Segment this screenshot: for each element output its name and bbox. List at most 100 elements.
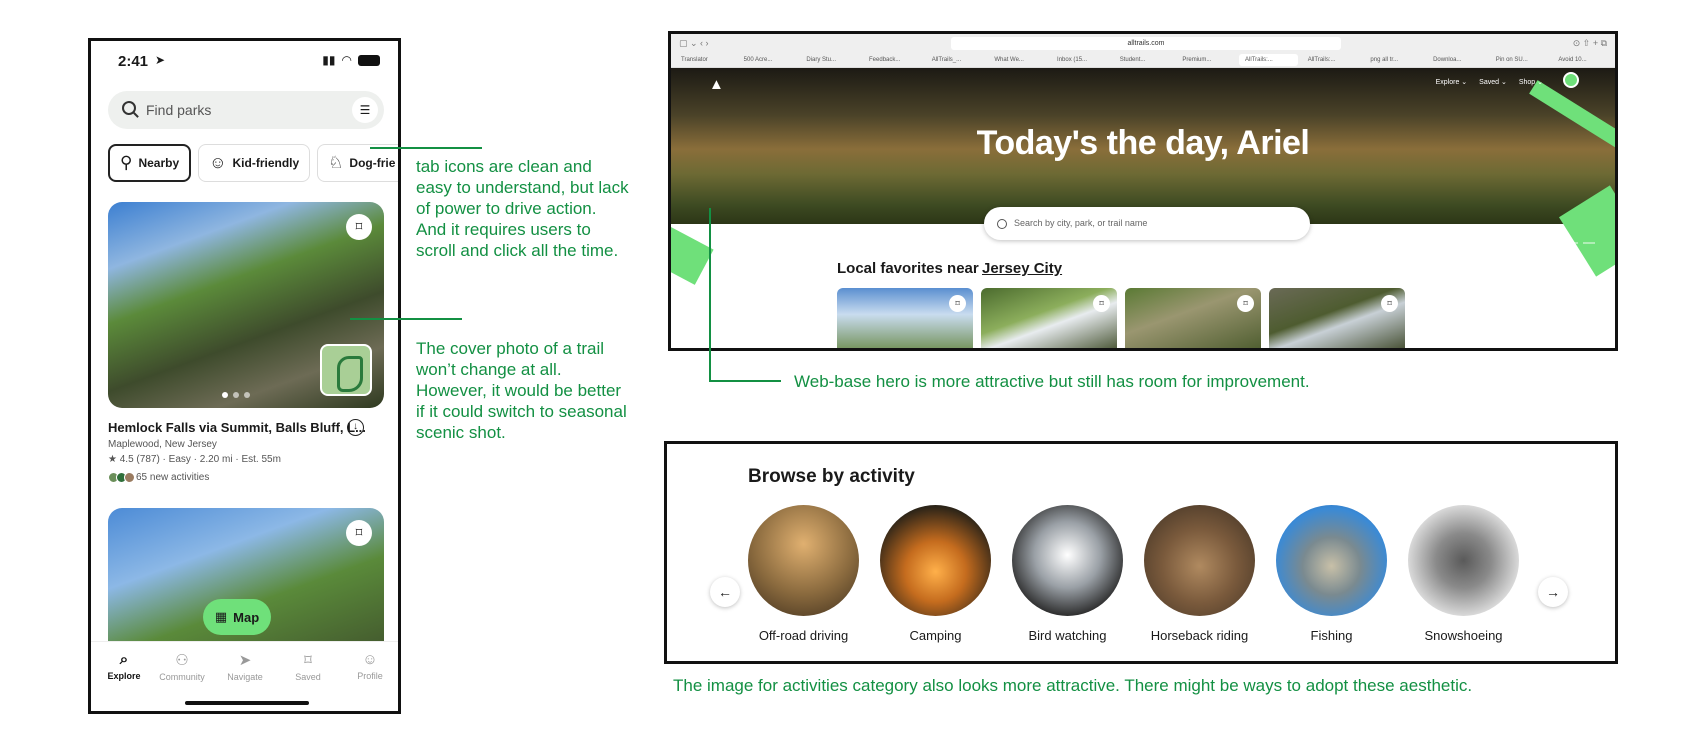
browser-tab[interactable]: Pin on SU...	[1490, 54, 1549, 66]
download-icon[interactable]: ↓	[347, 419, 364, 436]
dog-icon: ♘	[328, 153, 344, 172]
activity-label: Horseback riding	[1150, 628, 1249, 643]
nav-shop[interactable]: Shop ⌄	[1519, 78, 1543, 86]
trail-activities: 65 new activities	[108, 472, 209, 483]
category-chips: ⚲ Nearby ☺ Kid-friendly ♘ Dog-frie	[108, 144, 398, 182]
activity-photo	[1408, 505, 1519, 616]
bookmark-icon[interactable]: ⌑	[949, 295, 966, 312]
browser-tab[interactable]: Avoid 10...	[1552, 54, 1611, 66]
tab-saved[interactable]: ⌑ Saved	[277, 651, 339, 682]
activity-photo	[1012, 505, 1123, 616]
browser-toolbar-icons[interactable]: ⊙ ⇧ + ⧉	[1573, 38, 1607, 49]
nav-saved[interactable]: Saved ⌄	[1479, 78, 1507, 86]
browser-tab[interactable]: AllTrails_...	[926, 54, 985, 66]
tab-navigate[interactable]: ➤ Navigate	[214, 651, 276, 682]
trail-cover-photo[interactable]: ⌑	[108, 202, 384, 408]
phone-screenshot: 2:41 ➤ ▮▮ ◠ Find parks ☰ ⚲ Nearby ☺ Kid-…	[88, 38, 401, 714]
activity-horseback-riding[interactable]: Horseback riding	[1144, 505, 1255, 643]
avatar[interactable]	[1563, 72, 1579, 88]
activity-label: Camping	[909, 628, 962, 643]
browser-tab[interactable]: Student...	[1114, 54, 1173, 66]
hiker-pin-icon: ⚲	[120, 153, 133, 172]
community-icon: ⚇	[175, 652, 189, 669]
trail-thumbnail[interactable]: ⌑	[1125, 288, 1261, 348]
activity-off-road-driving[interactable]: Off-road driving	[748, 505, 859, 643]
wifi-icon: ◠	[341, 53, 352, 67]
search-icon	[122, 101, 136, 115]
alltrails-logo-icon[interactable]: ▲	[709, 76, 724, 93]
browser-tab[interactable]: Feedback...	[863, 54, 922, 66]
tab-label: Saved	[295, 672, 321, 682]
bookmark-icon[interactable]: ⌑	[1237, 295, 1254, 312]
browser-tab[interactable]: AllTrails:...	[1302, 54, 1361, 66]
bookmark-icon[interactable]: ⌑	[346, 214, 372, 240]
browser-nav-icons[interactable]: ▢ ⌄ ‹ ›	[679, 38, 709, 49]
browser-tabs: Translator 500 Acre... Diary Stu... Feed…	[675, 54, 1611, 66]
browser-tab[interactable]: Downloa...	[1427, 54, 1486, 66]
status-time: 2:41	[118, 53, 149, 70]
browser-tab[interactable]: Translator	[675, 54, 734, 66]
trail-minimap[interactable]	[320, 344, 372, 396]
filter-icon[interactable]: ☰	[352, 97, 378, 123]
activity-label: Bird watching	[1028, 628, 1107, 643]
chip-kid-friendly[interactable]: ☺ Kid-friendly	[198, 144, 311, 182]
tab-community[interactable]: ⚇ Community	[151, 651, 213, 682]
trail-title[interactable]: Hemlock Falls via Summit, Balls Bluff, L…	[108, 420, 366, 435]
annotation-connector-tabs	[370, 147, 482, 149]
navigate-icon: ➤	[238, 652, 252, 669]
hero-title: Today's the day, Ariel	[976, 124, 1310, 162]
chip-nearby[interactable]: ⚲ Nearby	[108, 144, 192, 182]
browser-tab[interactable]: Diary Stu...	[800, 54, 859, 66]
nav-explore[interactable]: Explore ⌄	[1436, 78, 1468, 86]
bookmark-icon[interactable]: ⌑	[1381, 295, 1398, 312]
browser-tab[interactable]: png all tr...	[1364, 54, 1423, 66]
browser-screenshot: ▢ ⌄ ‹ › alltrails.com ⊙ ⇧ + ⧉ Translator…	[668, 31, 1618, 351]
browser-tab[interactable]: 500 Acre...	[738, 54, 797, 66]
hero-nav: Explore ⌄ Saved ⌄ Shop ⌄	[1436, 78, 1543, 86]
map-button[interactable]: ▦ Map	[203, 599, 271, 635]
chip-label: Kid-friendly	[232, 156, 300, 170]
bookmark-icon[interactable]: ⌑	[1093, 295, 1110, 312]
photo-carousel-dots	[222, 392, 250, 398]
activity-photo	[1276, 505, 1387, 616]
activity-snowshoeing[interactable]: Snowshoeing	[1408, 505, 1519, 643]
explore-icon: ⌕	[119, 651, 129, 668]
activity-fishing[interactable]: Fishing	[1276, 505, 1387, 643]
trail-location: Maplewood, New Jersey	[108, 439, 217, 450]
browser-tab[interactable]: Premium...	[1176, 54, 1235, 66]
annotation-activities: The image for activities category also l…	[673, 676, 1473, 695]
tab-explore[interactable]: ⌕ Explore	[93, 651, 155, 681]
search-placeholder: Find parks	[146, 102, 212, 118]
annotation-hero: Web-base hero is more attractive but sti…	[794, 372, 1310, 391]
tab-label: Community	[159, 672, 205, 682]
arrow-left-icon[interactable]: ←	[710, 577, 740, 607]
bookmark-icon[interactable]: ⌑	[346, 520, 372, 546]
avatar-stack	[108, 472, 135, 483]
chip-label: Nearby	[138, 156, 180, 170]
trail-meta: ★ 4.5 (787) · Easy · 2.20 mi · Est. 55m	[108, 454, 281, 465]
browser-tab[interactable]: What We...	[988, 54, 1047, 66]
tab-label: Profile	[357, 671, 383, 681]
chip-label: Dog-frie	[349, 156, 396, 170]
trail-thumbnail[interactable]: ⌑	[1269, 288, 1405, 348]
annotation-connector-cover	[350, 318, 462, 320]
hero-search-input[interactable]: Search by city, park, or trail name	[984, 207, 1310, 240]
trail-thumbnail[interactable]: ⌑	[837, 288, 973, 348]
activity-photo	[880, 505, 991, 616]
search-input[interactable]: Find parks ☰	[108, 91, 384, 129]
battery-icon	[358, 54, 380, 66]
arrow-right-icon[interactable]: →	[1538, 577, 1568, 607]
trail-thumbnail[interactable]: ⌑	[981, 288, 1117, 348]
activity-photo	[1144, 505, 1255, 616]
local-city-link[interactable]: Jersey City	[982, 260, 1062, 277]
activity-bird-watching[interactable]: Bird watching	[1012, 505, 1123, 643]
browse-by-activity-panel: Browse by activity ← → Off-road driving …	[664, 441, 1618, 664]
activity-camping[interactable]: Camping	[880, 505, 991, 643]
browser-tab[interactable]: Inbox (15...	[1051, 54, 1110, 66]
activity-photo	[748, 505, 859, 616]
bookmark-icon: ⌑	[304, 652, 312, 669]
chip-dog-friendly[interactable]: ♘ Dog-frie	[317, 144, 398, 182]
tab-profile[interactable]: ☺ Profile	[339, 651, 398, 681]
browser-tab-active[interactable]: AllTrails:...	[1239, 54, 1298, 66]
url-bar[interactable]: alltrails.com	[951, 37, 1341, 50]
